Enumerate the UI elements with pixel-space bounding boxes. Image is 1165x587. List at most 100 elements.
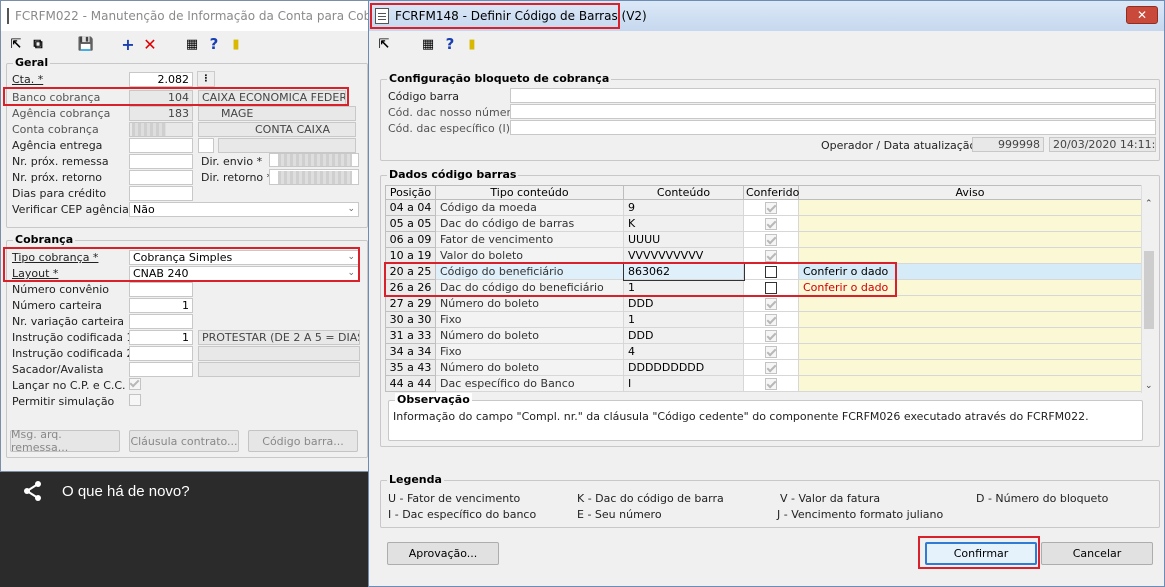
save-icon[interactable]: 💾 — [77, 35, 95, 53]
row-conteudo[interactable]: 863062 — [622, 262, 745, 281]
cta-input[interactable]: 2.082 — [129, 72, 193, 87]
copy-icon[interactable]: ⧉ — [29, 35, 47, 53]
table-row[interactable]: 10 a 19 Valor do boleto VVVVVVVVVV — [385, 247, 1142, 264]
confirmar-button[interactable]: Confirmar — [925, 542, 1037, 565]
table-scrollbar[interactable]: ⌃ ⌄ — [1141, 185, 1156, 393]
nr-prox-retorno-input[interactable] — [129, 170, 193, 185]
table-row[interactable]: 26 a 26 Dac do código do beneficiário 1 Con… — [385, 279, 1142, 296]
checkmark-icon[interactable] — [765, 250, 777, 262]
cancelar-button[interactable]: Cancelar — [1041, 542, 1153, 565]
checkmark-icon[interactable] — [765, 218, 777, 230]
header-conferido[interactable]: Conferido — [743, 185, 799, 200]
table-row[interactable]: 34 a 34 Fixo 4 — [385, 343, 1142, 360]
scroll-up-icon[interactable]: ⌃ — [1145, 199, 1153, 209]
lancar-checkbox[interactable] — [129, 378, 141, 390]
row-conteudo[interactable]: 1 — [623, 311, 744, 328]
table-row[interactable]: 31 a 33 Número do boleto DDD — [385, 327, 1142, 344]
aprovacao-button[interactable]: Aprovação... — [387, 542, 499, 565]
row-conferido[interactable] — [743, 327, 799, 344]
dac-nosso-input[interactable] — [510, 104, 1156, 119]
row-conferido[interactable] — [743, 279, 799, 296]
checkmark-icon[interactable] — [765, 298, 777, 310]
nr-variacao-input[interactable] — [129, 314, 193, 329]
table-row[interactable]: 30 a 30 Fixo 1 — [385, 311, 1142, 328]
row-conteudo[interactable]: 1 — [623, 279, 744, 296]
checkmark-icon[interactable] — [765, 314, 777, 326]
row-conferido[interactable] — [743, 231, 799, 248]
table-row[interactable]: 35 a 43 Número do boleto DDDDDDDDD — [385, 359, 1142, 376]
row-conteudo[interactable]: 4 — [623, 343, 744, 360]
delete-icon[interactable]: ✕ — [141, 35, 159, 54]
row-conteudo[interactable]: DDD — [623, 327, 744, 344]
instrucao1-input[interactable]: 1 — [129, 330, 193, 345]
row-conferido[interactable] — [743, 263, 799, 280]
row-conferido[interactable] — [743, 343, 799, 360]
codigo-barra-button[interactable]: Código barra... — [248, 430, 358, 452]
add-icon[interactable]: + — [119, 35, 137, 54]
row-conteudo[interactable]: DDD — [623, 295, 744, 312]
dir-envio-input[interactable] — [269, 153, 359, 167]
row-conteudo[interactable]: 9 — [623, 199, 744, 216]
table-row[interactable]: 44 a 44 Dac específico do Banco I — [385, 375, 1142, 392]
row-conteudo[interactable]: DDDDDDDDD — [623, 359, 744, 376]
unchecked-checkbox[interactable] — [765, 282, 777, 294]
row-conteudo[interactable]: K — [623, 215, 744, 232]
table-row[interactable]: 06 a 09 Fator de vencimento UUUU — [385, 231, 1142, 248]
grid-icon[interactable]: ▦ — [419, 35, 437, 53]
whats-new-banner[interactable]: O que há de novo? — [0, 472, 372, 587]
layout-select[interactable]: CNAB 240 ⌄ — [129, 266, 359, 281]
checkmark-icon[interactable] — [765, 346, 777, 358]
nr-prox-remessa-input[interactable] — [129, 154, 193, 169]
unchecked-checkbox[interactable] — [765, 266, 777, 278]
grid-icon[interactable]: ▦ — [183, 35, 201, 53]
navigate-icon[interactable]: ⇱ — [7, 35, 25, 53]
msg-arq-remessa-button[interactable]: Msg. arq. remessa... — [10, 428, 120, 454]
row-conteudo[interactable]: I — [623, 375, 744, 392]
dias-credito-input[interactable] — [129, 186, 193, 201]
verificar-cep-select[interactable]: Não ⌄ — [129, 202, 359, 217]
tipo-cobranca-select[interactable]: Cobrança Simples ⌄ — [129, 250, 359, 265]
row-conteudo[interactable]: UUUU — [623, 231, 744, 248]
numero-carteira-input[interactable]: 1 — [129, 298, 193, 313]
table-row[interactable]: 05 a 05 Dac do código de barras K — [385, 215, 1142, 232]
scroll-down-icon[interactable]: ⌄ — [1145, 381, 1153, 391]
clausula-contrato-button[interactable]: Cláusula contrato... — [129, 430, 239, 452]
agencia-entrega-input[interactable] — [129, 138, 193, 153]
scroll-thumb[interactable] — [1144, 251, 1154, 329]
header-aviso[interactable]: Aviso — [798, 185, 1142, 200]
checkmark-icon[interactable] — [765, 202, 777, 214]
checkmark-icon[interactable] — [765, 330, 777, 342]
close-icon[interactable]: ✕ — [1126, 6, 1158, 24]
dir-retorno-input[interactable] — [269, 169, 359, 185]
row-conferido[interactable] — [743, 375, 799, 392]
instrucao2-input[interactable] — [129, 346, 193, 361]
row-conferido[interactable] — [743, 247, 799, 264]
row-conteudo[interactable]: VVVVVVVVVV — [623, 247, 744, 264]
help-icon[interactable]: ? — [205, 35, 223, 53]
header-posicao[interactable]: Posição — [385, 185, 436, 200]
agencia-entrega-digit[interactable] — [198, 138, 214, 153]
row-conferido[interactable] — [743, 199, 799, 216]
header-tipo[interactable]: Tipo conteúdo — [435, 185, 624, 200]
row-conferido[interactable] — [743, 215, 799, 232]
table-row[interactable]: 20 a 25 Código do beneficiário 863062 Confe… — [385, 262, 1142, 281]
dac-especifico-input[interactable] — [510, 120, 1156, 135]
row-conferido[interactable] — [743, 295, 799, 312]
navigate-icon[interactable]: ⇱ — [375, 35, 393, 53]
row-conferido[interactable] — [743, 311, 799, 328]
help-icon[interactable]: ? — [441, 35, 459, 53]
exit-icon[interactable]: ▮ — [463, 35, 481, 53]
row-conferido[interactable] — [743, 359, 799, 376]
table-row[interactable]: 04 a 04 Código da moeda 9 — [385, 199, 1142, 216]
exit-icon[interactable]: ▮ — [227, 35, 245, 53]
checkmark-icon[interactable] — [765, 234, 777, 246]
checkmark-icon[interactable] — [765, 362, 777, 374]
permitir-checkbox[interactable] — [129, 394, 141, 406]
codigo-barra-input[interactable] — [510, 88, 1156, 103]
lookup-icon[interactable]: ⋮ — [197, 71, 215, 87]
table-row[interactable]: 27 a 29 Número do boleto DDD — [385, 295, 1142, 312]
header-conteudo[interactable]: Conteúdo — [623, 185, 744, 200]
checkmark-icon[interactable] — [765, 378, 777, 390]
numero-convenio-input[interactable] — [129, 282, 193, 297]
sacador-input[interactable] — [129, 362, 193, 377]
